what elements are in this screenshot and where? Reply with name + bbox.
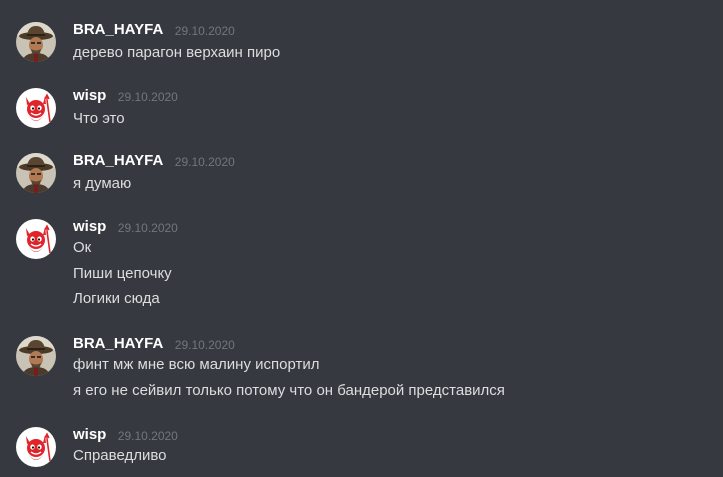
message-text: Что это: [73, 110, 125, 127]
username[interactable]: BRA_HAYFA: [73, 150, 163, 172]
message-text: финт мж мне всю малину испортил: [73, 356, 320, 373]
cowboy-avatar-icon: [16, 153, 56, 193]
message-text: я думаю: [73, 175, 132, 192]
username[interactable]: wisp: [73, 216, 106, 238]
cowboy-avatar-icon[interactable]: [16, 22, 56, 62]
message-text: дерево парагон верхаин пиро: [73, 44, 281, 61]
username[interactable]: BRA_HAYFA: [73, 333, 163, 355]
timestamp: 29.10.2020: [117, 90, 178, 104]
cowboy-avatar-icon[interactable]: [16, 153, 56, 193]
chat-messages: BRA_HAYFA 29.10.2020 дерево парагон верх…: [0, 0, 723, 477]
message-group: BRA_HAYFA 29.10.2020 я думаю: [0, 150, 723, 196]
message-group: BRA_HAYFA 29.10.2020 финт мж мне всю мал…: [0, 333, 723, 401]
message-text: Пиши цепочку: [73, 265, 172, 282]
message-header: wisp 29.10.2020: [73, 216, 178, 238]
message-header: wisp 29.10.2020: [73, 85, 178, 107]
red-devil-avatar-icon[interactable]: [16, 219, 56, 259]
timestamp: 29.10.2020: [174, 24, 235, 38]
message-header: BRA_HAYFA 29.10.2020: [73, 333, 235, 355]
message-text: Ок: [73, 239, 92, 256]
message-header: BRA_HAYFA 29.10.2020: [73, 150, 235, 172]
message-group: BRA_HAYFA 29.10.2020 дерево парагон верх…: [0, 19, 723, 65]
username[interactable]: BRA_HAYFA: [73, 19, 163, 41]
red-devil-avatar-icon: [16, 427, 56, 467]
cowboy-avatar-icon: [16, 336, 56, 376]
message-group: wisp 29.10.2020 Справедливо: [0, 424, 723, 470]
message-header: wisp 29.10.2020: [73, 424, 178, 446]
message-group: wisp 29.10.2020 Ок Пиши цепочку Логики с…: [0, 216, 723, 307]
message-text: Справедливо: [73, 447, 167, 464]
timestamp: 29.10.2020: [174, 155, 235, 169]
message-text: я его не сейвил только потому что он бан…: [73, 382, 505, 399]
red-devil-avatar-icon: [16, 219, 56, 259]
red-devil-avatar-icon: [16, 88, 56, 128]
username[interactable]: wisp: [73, 424, 106, 446]
red-devil-avatar-icon[interactable]: [16, 88, 56, 128]
message-header: BRA_HAYFA 29.10.2020: [73, 19, 235, 41]
timestamp: 29.10.2020: [117, 221, 178, 235]
message-group: wisp 29.10.2020 Что это: [0, 85, 723, 131]
username[interactable]: wisp: [73, 85, 106, 107]
cowboy-avatar-icon[interactable]: [16, 336, 56, 376]
timestamp: 29.10.2020: [117, 429, 178, 443]
red-devil-avatar-icon[interactable]: [16, 427, 56, 467]
message-text: Логики сюда: [73, 290, 160, 307]
cowboy-avatar-icon: [16, 22, 56, 62]
timestamp: 29.10.2020: [174, 338, 235, 352]
